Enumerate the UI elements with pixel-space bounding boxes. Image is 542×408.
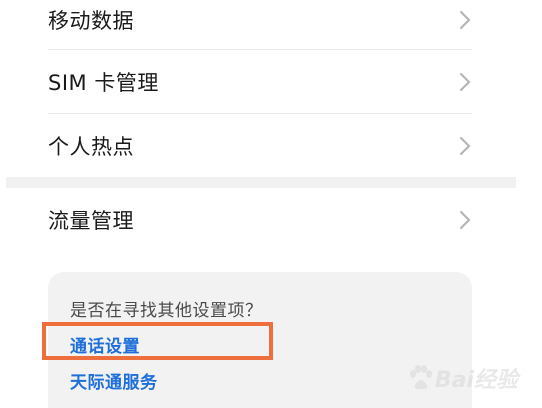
menu-item-label: 流量管理	[48, 209, 134, 233]
menu-item-sim-management[interactable]: SIM 卡管理	[48, 62, 472, 102]
menu-item-data-management[interactable]: 流量管理	[48, 200, 472, 240]
chevron-right-icon	[458, 210, 472, 230]
menu-item-label: SIM 卡管理	[48, 71, 159, 95]
paw-icon	[409, 365, 432, 390]
highlight-annotation-box	[42, 322, 273, 360]
chevron-right-icon	[458, 10, 472, 30]
section-separator	[6, 177, 516, 188]
menu-item-personal-hotspot[interactable]: 个人热点	[48, 126, 472, 166]
watermark-text: Bai经验	[434, 368, 518, 393]
skytone-service-link[interactable]: 天际通服务	[70, 368, 158, 393]
divider	[48, 49, 472, 50]
divider	[48, 113, 472, 114]
menu-item-mobile-data[interactable]: 移动数据	[48, 0, 472, 40]
menu-item-label: 移动数据	[48, 9, 134, 33]
chevron-right-icon	[458, 72, 472, 92]
suggestion-heading: 是否在寻找其他设置项？	[70, 301, 263, 321]
menu-item-label: 个人热点	[48, 135, 134, 159]
baidu-watermark-logo: Bai经验	[407, 362, 518, 394]
chevron-right-icon	[458, 136, 472, 156]
